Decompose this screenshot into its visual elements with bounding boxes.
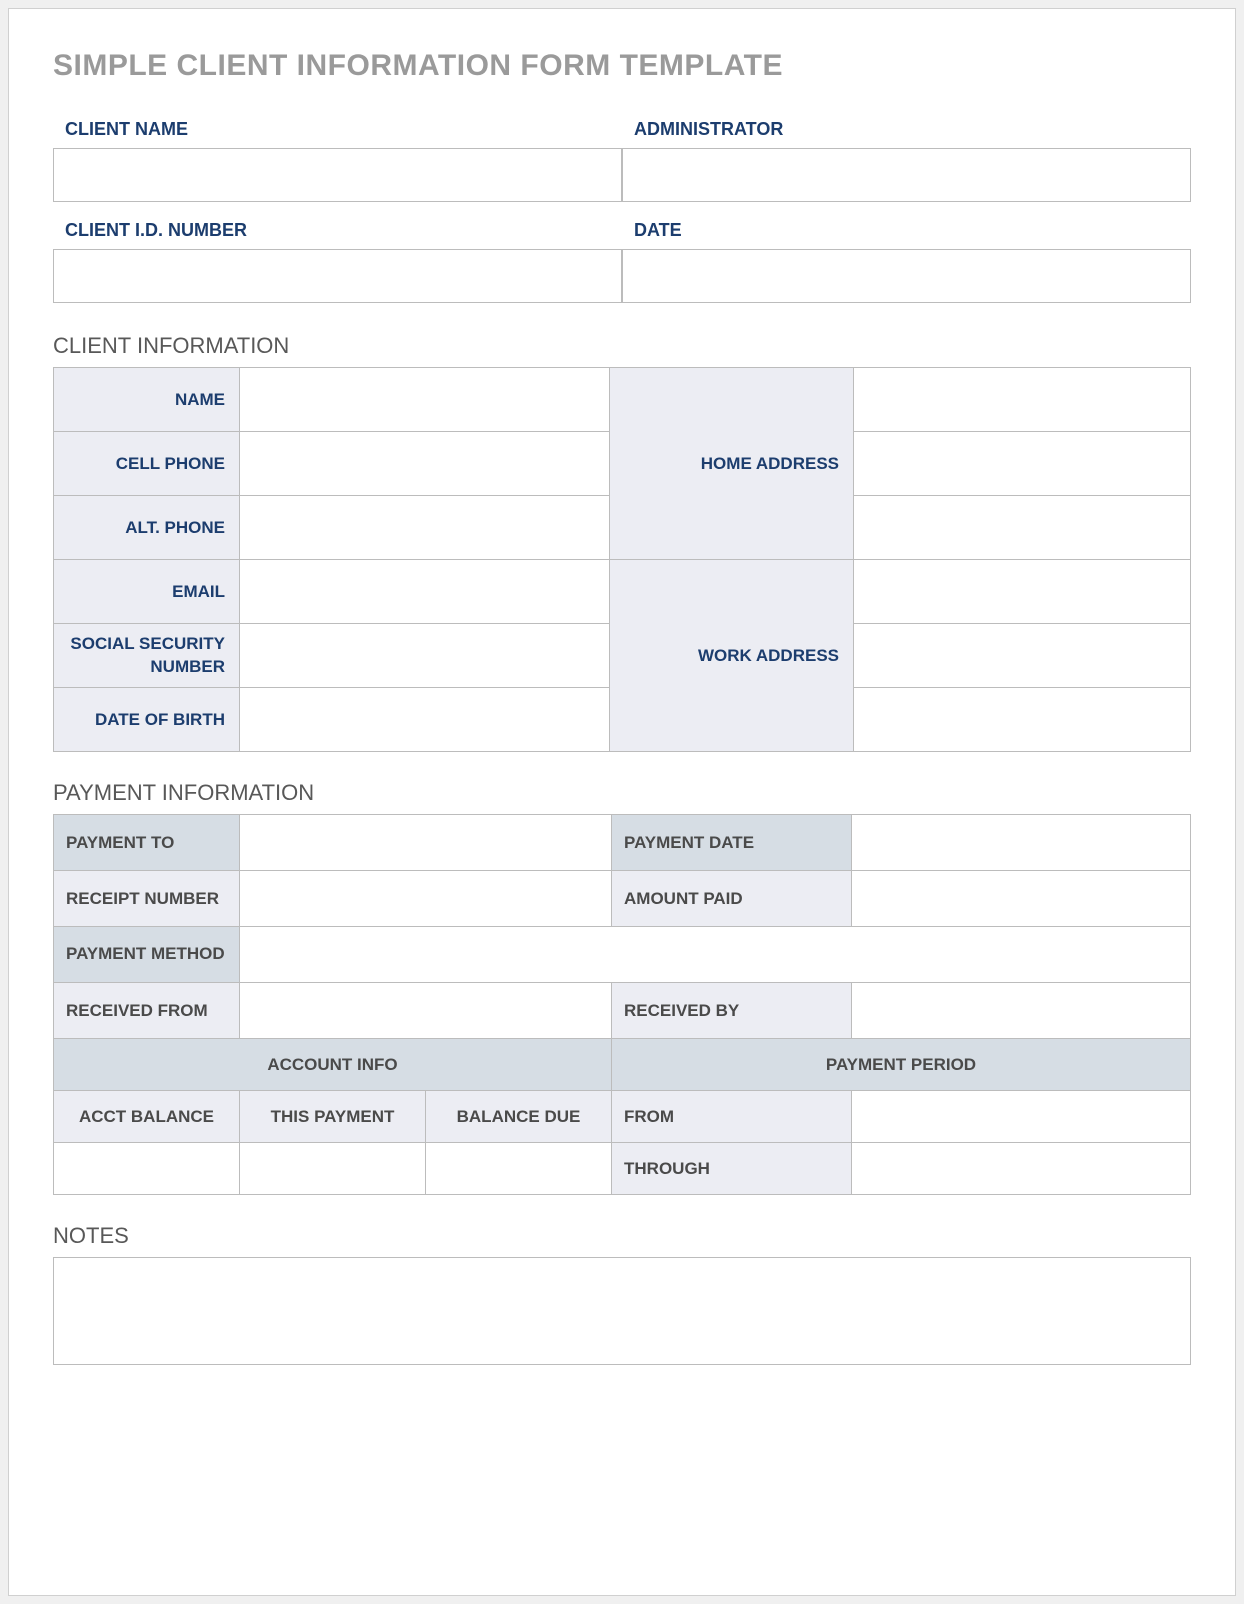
work-address-label: WORK ADDRESS <box>610 560 854 752</box>
this-payment-label: THIS PAYMENT <box>240 1091 426 1143</box>
ssn-label: SOCIAL SECURITY NUMBER <box>54 624 240 688</box>
header-row-1: CLIENT NAME ADMINISTRATOR <box>53 119 1191 202</box>
work-address-line2-input[interactable] <box>854 624 1191 688</box>
email-label: EMAIL <box>54 560 240 624</box>
alt-phone-label: ALT. PHONE <box>54 496 240 560</box>
client-id-input[interactable] <box>53 249 622 303</box>
payment-to-input[interactable] <box>240 815 612 871</box>
payment-method-label: PAYMENT METHOD <box>54 927 240 983</box>
client-id-label: CLIENT I.D. NUMBER <box>53 220 622 249</box>
date-field: DATE <box>622 220 1191 303</box>
email-input[interactable] <box>240 560 610 624</box>
receipt-number-label: RECEIPT NUMBER <box>54 871 240 927</box>
cell-phone-input[interactable] <box>240 432 610 496</box>
form-page: SIMPLE CLIENT INFORMATION FORM TEMPLATE … <box>8 8 1236 1596</box>
amount-paid-label: AMOUNT PAID <box>612 871 852 927</box>
home-address-line2-input[interactable] <box>854 432 1191 496</box>
notes-input[interactable] <box>53 1257 1191 1365</box>
client-name-field: CLIENT NAME <box>53 119 622 202</box>
this-payment-input[interactable] <box>240 1143 426 1195</box>
received-from-label: RECEIVED FROM <box>54 983 240 1039</box>
cell-phone-label: CELL PHONE <box>54 432 240 496</box>
work-address-line1-input[interactable] <box>854 560 1191 624</box>
balance-due-label: BALANCE DUE <box>426 1091 612 1143</box>
payment-date-input[interactable] <box>852 815 1191 871</box>
alt-phone-input[interactable] <box>240 496 610 560</box>
through-label: THROUGH <box>612 1143 852 1195</box>
page-title: SIMPLE CLIENT INFORMATION FORM TEMPLATE <box>53 49 1191 83</box>
from-label: FROM <box>612 1091 852 1143</box>
receipt-number-input[interactable] <box>240 871 612 927</box>
ssn-input[interactable] <box>240 624 610 688</box>
received-by-input[interactable] <box>852 983 1191 1039</box>
received-by-label: RECEIVED BY <box>612 983 852 1039</box>
date-input[interactable] <box>622 249 1191 303</box>
client-info-section-title: CLIENT INFORMATION <box>53 333 1191 359</box>
administrator-input[interactable] <box>622 148 1191 202</box>
home-address-line3-input[interactable] <box>854 496 1191 560</box>
client-id-field: CLIENT I.D. NUMBER <box>53 220 622 303</box>
name-input[interactable] <box>240 368 610 432</box>
payment-info-table: PAYMENT TO PAYMENT DATE RECEIPT NUMBER A… <box>53 814 1191 1195</box>
dob-input[interactable] <box>240 688 610 752</box>
payment-to-label: PAYMENT TO <box>54 815 240 871</box>
through-input[interactable] <box>852 1143 1191 1195</box>
amount-paid-input[interactable] <box>852 871 1191 927</box>
balance-due-input[interactable] <box>426 1143 612 1195</box>
received-from-input[interactable] <box>240 983 612 1039</box>
client-info-table: NAME HOME ADDRESS CELL PHONE ALT. PHONE … <box>53 367 1191 752</box>
administrator-field: ADMINISTRATOR <box>622 119 1191 202</box>
from-input[interactable] <box>852 1091 1191 1143</box>
payment-date-label: PAYMENT DATE <box>612 815 852 871</box>
acct-balance-input[interactable] <box>54 1143 240 1195</box>
name-label: NAME <box>54 368 240 432</box>
payment-period-header: PAYMENT PERIOD <box>612 1039 1191 1091</box>
payment-method-input[interactable] <box>240 927 1191 983</box>
administrator-label: ADMINISTRATOR <box>622 119 1191 148</box>
home-address-label: HOME ADDRESS <box>610 368 854 560</box>
work-address-line3-input[interactable] <box>854 688 1191 752</box>
client-name-input[interactable] <box>53 148 622 202</box>
date-label: DATE <box>622 220 1191 249</box>
acct-balance-label: ACCT BALANCE <box>54 1091 240 1143</box>
home-address-line1-input[interactable] <box>854 368 1191 432</box>
payment-info-section-title: PAYMENT INFORMATION <box>53 780 1191 806</box>
dob-label: DATE OF BIRTH <box>54 688 240 752</box>
header-row-2: CLIENT I.D. NUMBER DATE <box>53 220 1191 303</box>
account-info-header: ACCOUNT INFO <box>54 1039 612 1091</box>
client-name-label: CLIENT NAME <box>53 119 622 148</box>
notes-section-title: NOTES <box>53 1223 1191 1249</box>
